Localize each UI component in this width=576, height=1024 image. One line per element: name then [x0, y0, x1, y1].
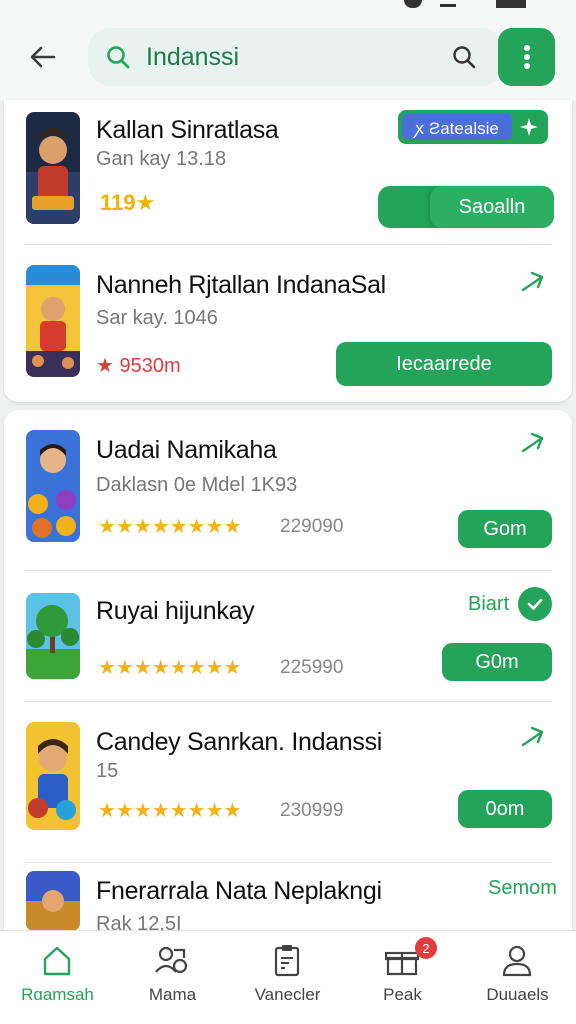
- signal-icon: [404, 0, 422, 8]
- search-icon: [104, 43, 132, 71]
- home-icon: [37, 941, 77, 981]
- status-bar: [0, 0, 576, 14]
- open-arrow-icon[interactable]: [518, 428, 548, 458]
- nav-item-people[interactable]: Mama: [115, 931, 230, 1024]
- list-item[interactable]: Kallan Sinratlasa Gan kay 13.18 119★ ꭗ Ƨ…: [4, 100, 572, 244]
- app-title: Ruyai hijunkay: [96, 597, 255, 625]
- install-toggle[interactable]: Saoalln: [378, 186, 554, 228]
- get-button[interactable]: 0om: [458, 790, 552, 828]
- rating-count: 230999: [280, 800, 344, 821]
- nav-item-home[interactable]: Rɑamsah: [0, 931, 115, 1024]
- nav-label: Peak: [383, 985, 422, 1004]
- people-icon: [152, 941, 192, 981]
- rating-count: 229090: [280, 516, 344, 537]
- star-rating-icons: ★★★★★★★★: [98, 657, 242, 679]
- app-rating: ★ 9530m: [96, 355, 181, 377]
- app-title: Uadai Namikaha: [96, 436, 277, 464]
- notification-badge: 2: [415, 937, 437, 959]
- back-button[interactable]: [22, 36, 64, 78]
- app-thumbnail: [26, 593, 80, 679]
- app-title: Nanneh Rjtallan IndanaSal: [96, 271, 386, 299]
- open-arrow-icon[interactable]: [518, 267, 548, 297]
- star-rating: ★★★★★★★★: [98, 514, 241, 539]
- nav-label: Rɑamsah: [21, 985, 94, 1004]
- more-menu-button[interactable]: [498, 28, 555, 86]
- app-title: Candey Sanrkan. Indanssi: [96, 728, 383, 756]
- see-more-link[interactable]: Semom: [488, 877, 557, 900]
- app-subtitle: Sar kay. 1046: [96, 307, 218, 329]
- open-arrow-icon[interactable]: [518, 722, 548, 752]
- get-button[interactable]: Gom: [458, 510, 552, 548]
- app-thumbnail: [26, 722, 80, 830]
- star-rating-icons: ★★★★★★★★: [98, 516, 242, 538]
- install-button[interactable]: Iecaarrede: [336, 342, 552, 386]
- star-rating: ★★★★★★★★: [98, 798, 241, 823]
- nav-label: Mama: [148, 985, 197, 1004]
- nav-item-profile[interactable]: Duuaels: [460, 931, 575, 1024]
- nav-label: Duuaels: [486, 985, 549, 1004]
- clipboard-icon: [267, 941, 307, 981]
- app-title: Fnerarrala Nata Neplakngi: [96, 877, 382, 905]
- app-title: Kallan Sinratlasa: [96, 116, 279, 144]
- install-toggle-label: Saoalln: [430, 186, 554, 228]
- search-submit-icon[interactable]: [450, 43, 478, 71]
- nav-item-gift[interactable]: 2 Peak: [345, 931, 460, 1024]
- list-item[interactable]: Candey Sanrkan. Indanssi 15 ★★★★★★★★ 230…: [4, 702, 572, 862]
- status-label: Biart: [468, 593, 510, 615]
- search-bar[interactable]: [88, 28, 504, 86]
- list-item[interactable]: Uadai Namikaha Daklasn 0e Mdel 1K93 ★★★★…: [4, 410, 572, 570]
- app-thumbnail: [26, 430, 80, 542]
- app-subtitle: 15: [96, 760, 119, 782]
- rating-count: 225990: [280, 657, 344, 678]
- more-vert-icon: [523, 45, 530, 69]
- get-button[interactable]: G0m: [442, 643, 552, 681]
- app-thumbnail: [26, 871, 80, 931]
- app-subtitle: Daklasn 0e Mdel 1K93: [96, 474, 298, 496]
- battery-icon: [496, 0, 526, 8]
- search-input[interactable]: [146, 42, 436, 72]
- bottom-navigation: Rɑamsah Mama Vanecler 2 Peak Duuaels: [0, 930, 576, 1024]
- tag-badge[interactable]: ꭗ Ƨatealsie: [398, 110, 548, 144]
- list-item[interactable]: Ruyai hijunkay Biart ★★★★★★★★ 225990 G0m: [4, 571, 572, 701]
- back-arrow-icon: [30, 46, 56, 68]
- app-subtitle: Gan kay 13.18: [96, 148, 227, 170]
- minus-icon: [440, 4, 456, 7]
- top-bar: [0, 14, 576, 100]
- sparkle-icon: [518, 116, 540, 138]
- app-list-card-top: Kallan Sinratlasa Gan kay 13.18 119★ ꭗ Ƨ…: [4, 100, 572, 402]
- app-thumbnail: [26, 112, 80, 224]
- app-rating: 119★: [100, 190, 156, 215]
- list-item[interactable]: Nanneh Rjtallan IndanaSal Sar kay. 1046 …: [4, 245, 572, 402]
- profile-icon: [497, 941, 537, 981]
- tag-badge-label: ꭗ Ƨatealsie: [402, 114, 512, 140]
- nav-label: Vanecler: [254, 985, 321, 1004]
- check-icon: [518, 587, 552, 621]
- star-rating: ★★★★★★★★: [98, 655, 241, 680]
- nav-item-clipboard[interactable]: Vanecler: [230, 931, 345, 1024]
- star-rating-icons: ★★★★★★★★: [98, 800, 242, 822]
- app-thumbnail: [26, 265, 80, 377]
